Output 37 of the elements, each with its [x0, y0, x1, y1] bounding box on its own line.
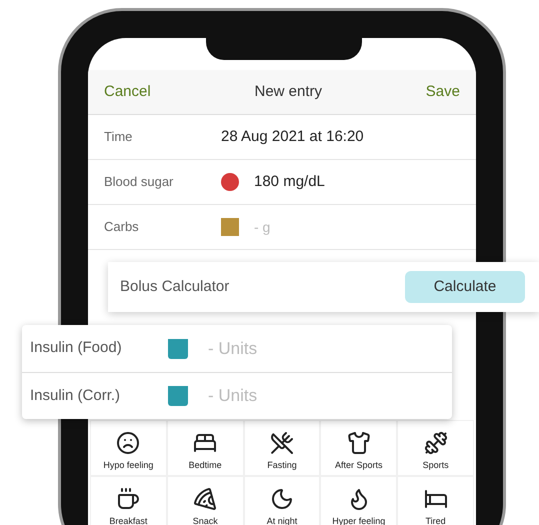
tag-tile[interactable]: Hypo feeling: [90, 420, 167, 476]
shirt-icon: [346, 430, 371, 454]
tag-tile[interactable]: Tired: [397, 476, 474, 525]
bolus-label: Bolus Calculator: [120, 276, 230, 297]
row-label: Insulin (Food): [30, 338, 123, 358]
crossed-cutlery-icon: [270, 430, 294, 454]
insulin-row[interactable]: Insulin (Corr.) - Units: [22, 372, 452, 419]
tag-tile[interactable]: Snack: [166, 476, 244, 525]
tag-tile[interactable]: Sports: [397, 420, 474, 476]
cancel-button[interactable]: Cancel: [104, 80, 151, 104]
moon-icon: [270, 486, 294, 510]
row-label: Blood sugar: [104, 173, 174, 192]
row-value: 180 mg/dL: [254, 172, 325, 192]
row-label: Time: [104, 128, 134, 146]
row-placeholder: - g: [254, 218, 270, 237]
screen-title: New entry: [254, 82, 322, 102]
tag-tile[interactable]: After Sports: [320, 420, 398, 476]
dumbbell-icon: [424, 430, 448, 454]
insulin-row[interactable]: Insulin (Food) - Units: [22, 325, 452, 372]
calculate-button[interactable]: Calculate: [405, 271, 525, 303]
row-value: 28 Aug 2021 at 16:20: [221, 126, 364, 147]
form-row[interactable]: Carbs - g: [88, 205, 476, 250]
form-row[interactable]: Time 28 Aug 2021 at 16:20: [88, 115, 476, 160]
row-label: Carbs: [104, 218, 140, 236]
tag-tile[interactable]: Bedtime: [166, 420, 244, 476]
tag-tile[interactable]: Fasting: [244, 420, 320, 476]
tag-tile[interactable]: At night: [244, 476, 320, 525]
pizza-slice-icon: [193, 486, 218, 510]
row-placeholder: - Units: [208, 385, 258, 408]
coffee-cup-icon: [116, 486, 140, 510]
row-label: Insulin (Corr.): [30, 386, 122, 406]
save-button[interactable]: Save: [426, 80, 460, 104]
sad-face-icon: [116, 430, 140, 454]
tag-tile[interactable]: Breakfast: [90, 476, 167, 525]
tag-tile[interactable]: Hyper feeling: [320, 476, 398, 525]
row-placeholder: - Units: [208, 338, 258, 360]
form-row[interactable]: Blood sugar 180 mg/dL: [88, 160, 476, 205]
